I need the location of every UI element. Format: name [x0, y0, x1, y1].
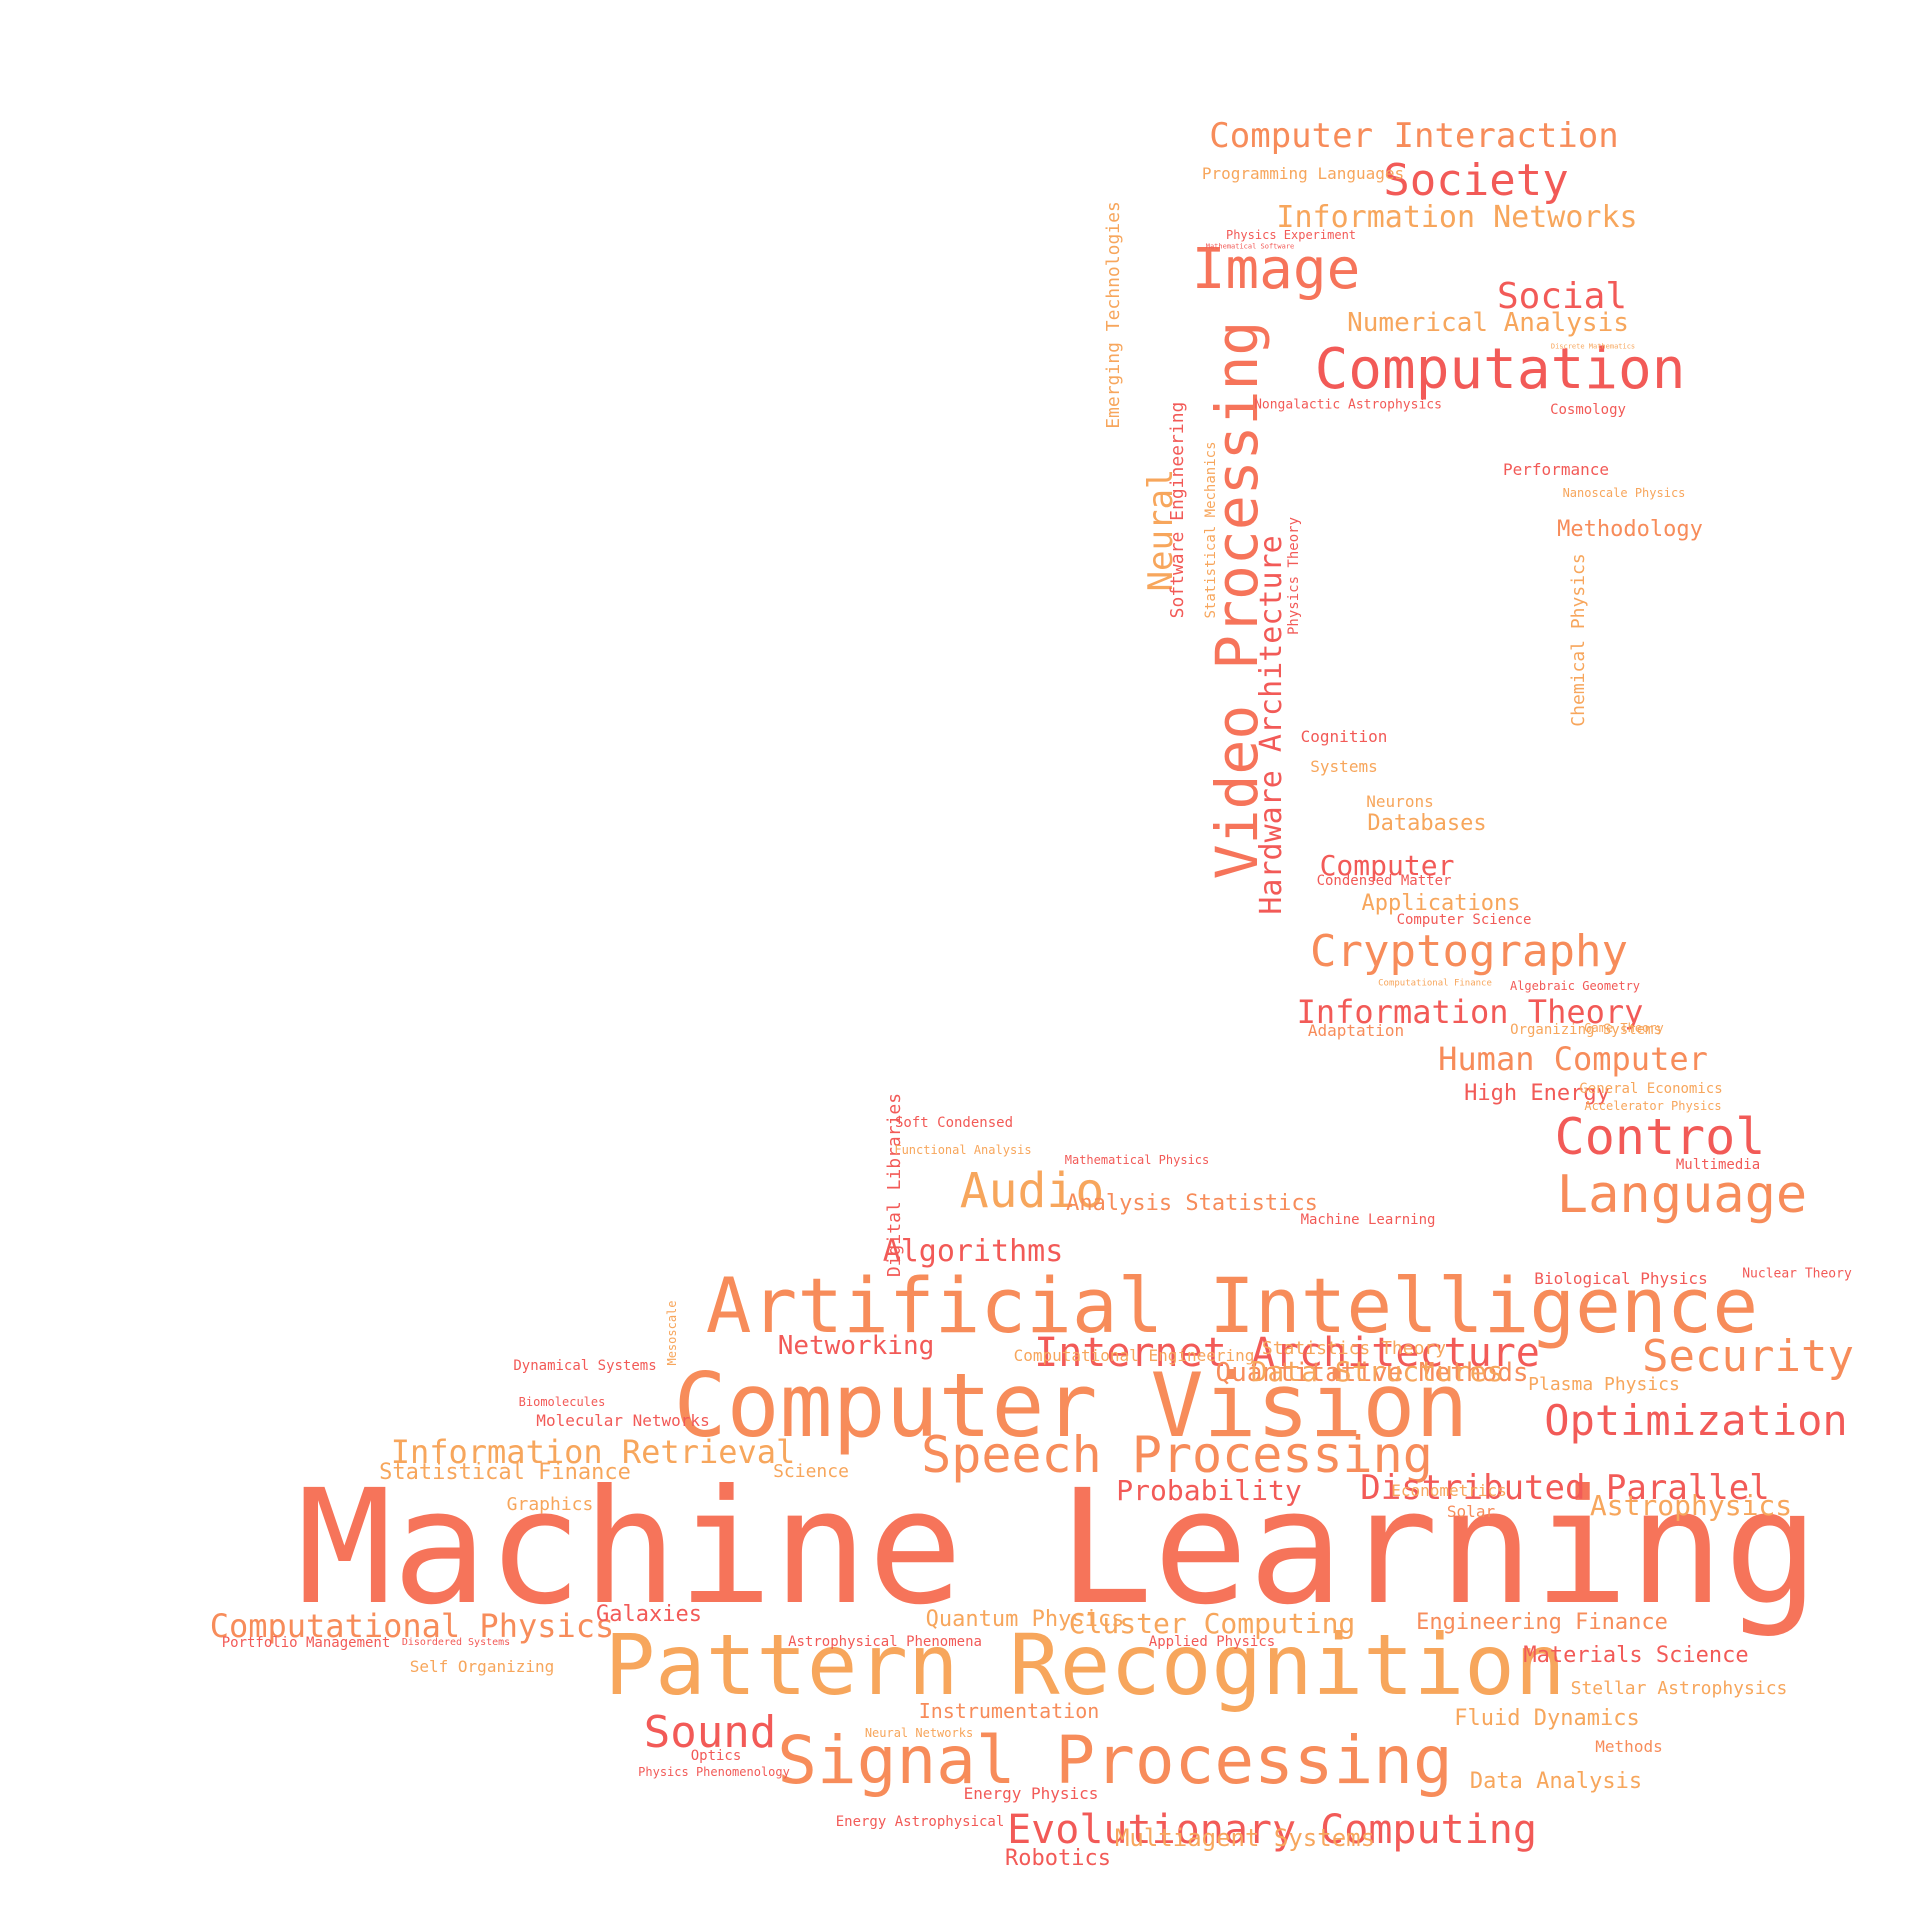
- cloud-word: Graphics: [506, 1494, 594, 1515]
- cloud-word: Nuclear Theory: [1742, 1266, 1852, 1282]
- cloud-word: Methods: [1595, 1737, 1663, 1756]
- cloud-word: Accelerator Physics: [1584, 1099, 1722, 1113]
- cloud-word: Physics Theory: [1286, 516, 1302, 636]
- cloud-word: Science: [773, 1461, 849, 1482]
- cloud-word: Galaxies: [596, 1602, 702, 1627]
- cloud-word: Chemical Physics: [1568, 553, 1589, 727]
- cloud-word: Statistical Mechanics: [1203, 441, 1219, 619]
- cloud-word: Databases: [1367, 811, 1487, 836]
- cloud-word: Energy Physics: [963, 1784, 1099, 1803]
- cloud-word: Applied Physics: [1148, 1634, 1276, 1650]
- cloud-word: Adaptation: [1307, 1021, 1405, 1040]
- cloud-word: Human Computer: [1438, 1040, 1708, 1078]
- cloud-word: Physics Experiment: [1225, 228, 1357, 242]
- cloud-word: Programming Languages: [1201, 164, 1405, 183]
- cloud-word: Mesoscale: [665, 1300, 679, 1366]
- cloud-word: Systems: [1310, 757, 1378, 776]
- cloud-word: Algebraic Geometry: [1509, 979, 1641, 993]
- cloud-word: Computer Science: [1396, 912, 1532, 928]
- cloud-word: Molecular Networks: [536, 1411, 710, 1430]
- cloud-word: Networking: [777, 1331, 935, 1361]
- cloud-word: Instrumentation: [918, 1699, 1100, 1723]
- cloud-word: Plasma Physics: [1528, 1374, 1680, 1395]
- cloud-word: Robotics: [1005, 1846, 1111, 1871]
- cloud-word: Analysis Statistics: [1066, 1191, 1318, 1216]
- cloud-word: Language: [1556, 1165, 1808, 1225]
- cloud-word: Engineering Finance: [1416, 1610, 1668, 1635]
- cloud-word: Dynamical Systems: [513, 1358, 657, 1374]
- cloud-word: Condensed Matter: [1316, 873, 1452, 889]
- cloud-word: Methodology: [1557, 517, 1703, 542]
- cloud-word: Nongalactic Astrophysics: [1254, 397, 1442, 413]
- cloud-word: Physics Phenomenology: [638, 1765, 790, 1779]
- cloud-word: Self Organizing: [409, 1657, 555, 1676]
- cloud-word: Hardware Architecture: [1254, 535, 1289, 915]
- cloud-word: Fluid Dynamics: [1454, 1706, 1640, 1731]
- cloud-word: Astrophysics: [1589, 1489, 1793, 1522]
- cloud-word: Cryptography: [1310, 926, 1628, 977]
- cloud-word: Multiagent Systems: [1114, 1824, 1376, 1852]
- cloud-word: Performance: [1503, 460, 1609, 479]
- cloud-word: Cognition: [1300, 727, 1388, 746]
- cloud-word: Quantum Physics: [925, 1607, 1125, 1632]
- cloud-word: Cosmology: [1550, 402, 1626, 418]
- cloud-word: Solar: [1446, 1502, 1496, 1521]
- cloud-word: Neural Networks: [864, 1726, 974, 1740]
- cloud-word: Computational Finance: [1378, 978, 1492, 989]
- cloud-word: Multimedia: [1675, 1157, 1761, 1173]
- cloud-word: Software Engineering: [1167, 401, 1188, 619]
- cloud-word: Stellar Astrophysics: [1570, 1678, 1788, 1699]
- cloud-word: Probability: [1116, 1474, 1302, 1507]
- cloud-word: Econometrics: [1391, 1481, 1507, 1500]
- cloud-word: Optics: [690, 1748, 742, 1764]
- cloud-word: Optimization: [1544, 1396, 1848, 1445]
- cloud-word: Soft Condensed: [894, 1115, 1014, 1131]
- cloud-word: Nanoscale Physics: [1562, 486, 1686, 500]
- cloud-word: Neurons: [1366, 792, 1434, 811]
- cloud-word: Materials Science: [1523, 1643, 1749, 1668]
- cloud-word: Biological Physics: [1534, 1269, 1708, 1288]
- cloud-word: Security: [1642, 1331, 1854, 1382]
- cloud-word: Astrophysical Phenomena: [788, 1634, 982, 1650]
- cloud-word: Control: [1554, 1108, 1766, 1166]
- cloud-word: Biomolecules: [518, 1395, 606, 1409]
- cloud-word: Functional Analysis: [894, 1143, 1032, 1157]
- cloud-word: Disordered Systems: [401, 1637, 511, 1648]
- cloud-word: Statistics Theory: [1261, 1338, 1447, 1359]
- cloud-word: Portfolio Management: [221, 1635, 391, 1651]
- cloud-word: Computer Interaction: [1209, 116, 1619, 156]
- word-cloud: Machine Learning Pattern Recognition Compu…: [0, 0, 1920, 1920]
- cloud-word: General Economics: [1579, 1081, 1723, 1097]
- cloud-word: Discrete Mathematics: [1550, 342, 1636, 351]
- cloud-word: Organizing Systems: [1510, 1022, 1662, 1038]
- cloud-word: Statistical Finance: [379, 1460, 631, 1485]
- cloud-word: Mathematical Physics: [1064, 1153, 1210, 1167]
- cloud-word: Society: [1383, 155, 1569, 206]
- cloud-word: Computational Engineering: [1013, 1346, 1255, 1365]
- cloud-word: Data Analysis: [1469, 1769, 1643, 1794]
- cloud-word: Algorithms: [882, 1234, 1064, 1269]
- cloud-word: Machine Learning: [1300, 1212, 1436, 1228]
- cloud-word: Energy Astrophysical: [835, 1814, 1005, 1830]
- cloud-word: Data Structures: [1250, 1355, 1504, 1388]
- cloud-word: Speech Processing: [921, 1426, 1433, 1484]
- cloud-word: Numerical Analysis: [1347, 308, 1629, 338]
- cloud-word: Emerging Technologies: [1103, 201, 1124, 429]
- cloud-word: Mathematical Software: [1205, 242, 1295, 251]
